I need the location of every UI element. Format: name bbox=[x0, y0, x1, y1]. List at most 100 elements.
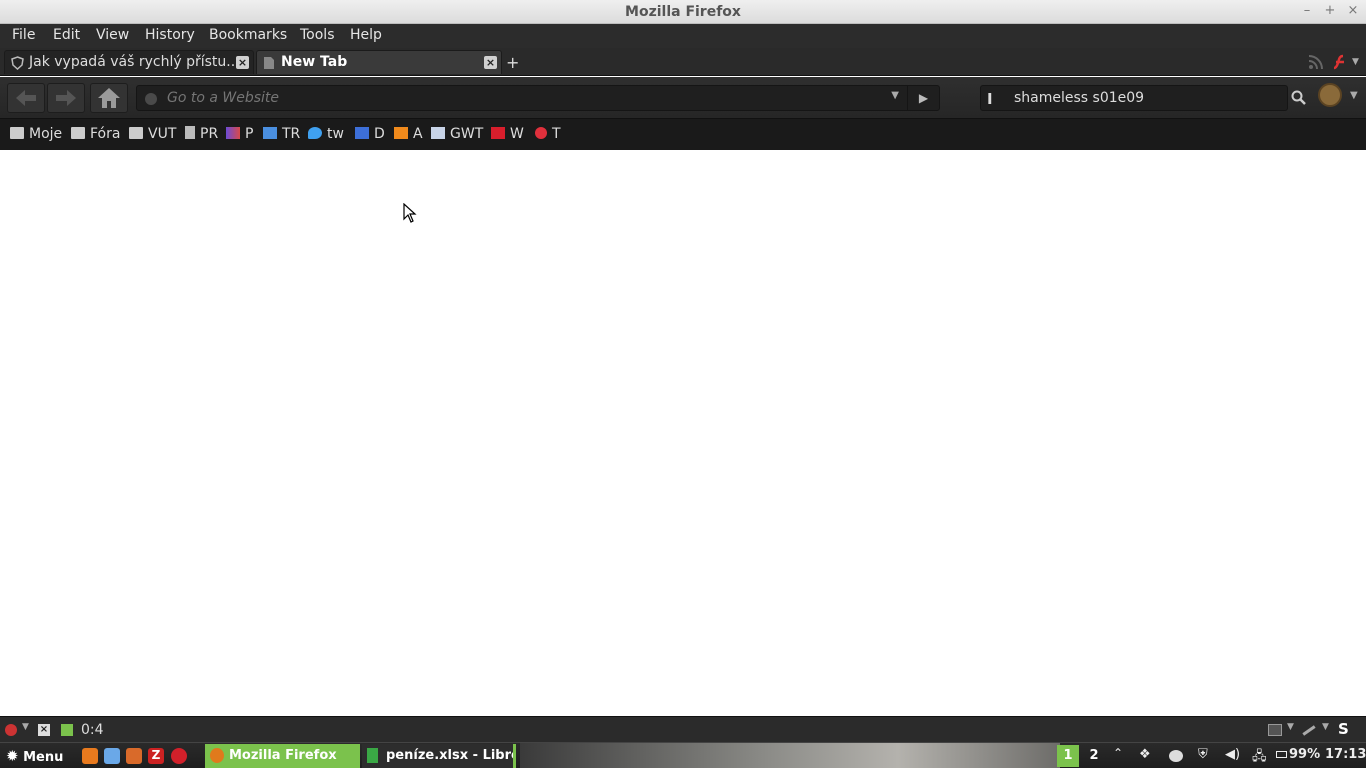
chat-icon[interactable] bbox=[1169, 750, 1183, 762]
chevron-down-icon[interactable]: ▼ bbox=[1287, 722, 1294, 732]
forward-button[interactable] bbox=[47, 83, 85, 113]
search-icon[interactable] bbox=[1291, 90, 1306, 109]
wallpaper-strip bbox=[520, 743, 1060, 768]
tab-label: Jak vypadá váš rychlý přístu... bbox=[29, 54, 240, 70]
close-window-button[interactable]: × bbox=[1344, 2, 1362, 20]
bookmark-label: TR bbox=[282, 126, 301, 142]
bookmark-tr[interactable]: TR bbox=[263, 126, 300, 142]
bookmark-label: P bbox=[245, 126, 254, 142]
battery-percent: 99% bbox=[1289, 747, 1321, 762]
close-icon[interactable]: × bbox=[38, 724, 50, 736]
tray-up-icon[interactable]: ⌃ bbox=[1113, 746, 1123, 760]
rss-icon[interactable] bbox=[1308, 54, 1324, 74]
bookmark-label: tw bbox=[327, 126, 344, 142]
folder-icon bbox=[129, 127, 143, 139]
url-bar[interactable]: ▼ ▶ bbox=[136, 85, 940, 111]
chevron-down-icon[interactable]: ▼ bbox=[1322, 722, 1329, 732]
search-bar[interactable]: I bbox=[980, 85, 1288, 111]
dropbox-icon[interactable]: ❖ bbox=[1139, 747, 1151, 762]
menu-history[interactable]: History bbox=[145, 27, 195, 43]
bookmark-d[interactable]: D bbox=[355, 126, 385, 142]
addon-status-bar: ▼ × 0:4 ▼ ▼ S bbox=[0, 716, 1366, 742]
tab-new-tab[interactable]: New Tab × bbox=[256, 50, 502, 74]
menu-view[interactable]: View bbox=[96, 27, 129, 43]
menu-file[interactable]: File bbox=[12, 27, 35, 43]
menu-tools[interactable]: Tools bbox=[300, 27, 335, 43]
firefox-launcher-icon[interactable] bbox=[82, 748, 98, 764]
volume-icon[interactable]: ◀) bbox=[1225, 747, 1240, 762]
spreadsheet-icon bbox=[367, 748, 378, 763]
bookmark-folder-moje[interactable]: Moje bbox=[10, 126, 62, 142]
task-libreoffice[interactable]: peníze.xlsx - LibreO... bbox=[362, 744, 516, 768]
bookmark-label: A bbox=[413, 126, 423, 142]
site-identity-icon[interactable] bbox=[145, 93, 157, 105]
battery-indicator[interactable]: 99% bbox=[1276, 747, 1320, 762]
twitter-icon bbox=[308, 127, 322, 139]
minimize-button[interactable]: – bbox=[1298, 2, 1316, 20]
menu-help[interactable]: Help bbox=[350, 27, 382, 43]
shield-icon bbox=[11, 56, 24, 71]
bookmark-tw[interactable]: tw bbox=[308, 126, 344, 142]
bookmark-w[interactable]: W bbox=[491, 126, 524, 142]
task-firefox[interactable]: Mozilla Firefox bbox=[205, 744, 360, 768]
timer-display: 0:4 bbox=[81, 722, 104, 738]
home-icon bbox=[98, 88, 120, 108]
start-menu-button[interactable]: ✹ Menu bbox=[6, 747, 63, 765]
task-label: Mozilla Firefox bbox=[229, 748, 337, 763]
adblock-icon[interactable] bbox=[5, 724, 17, 736]
record-launcher-icon[interactable] bbox=[171, 748, 187, 764]
pen-icon[interactable] bbox=[1302, 725, 1316, 736]
bookmark-label: VUT bbox=[148, 126, 177, 142]
home-button[interactable] bbox=[90, 83, 128, 113]
filezilla-launcher-icon[interactable]: Z bbox=[148, 748, 164, 764]
close-tab-icon[interactable]: × bbox=[236, 56, 249, 69]
search-input[interactable] bbox=[1014, 90, 1274, 106]
folder-icon bbox=[10, 127, 24, 139]
translate-icon bbox=[263, 127, 277, 139]
clock[interactable]: 17:13 bbox=[1325, 747, 1366, 762]
bookmark-folder-vut[interactable]: VUT bbox=[129, 126, 176, 142]
bookmark-t[interactable]: T bbox=[535, 126, 561, 142]
chevron-down-icon[interactable]: ▼ bbox=[1350, 90, 1358, 101]
bookmark-gwt[interactable]: GWT bbox=[431, 126, 483, 142]
app-launcher-icon[interactable] bbox=[126, 748, 142, 764]
toolbox-icon bbox=[431, 127, 445, 139]
bookmark-label: D bbox=[374, 126, 385, 142]
url-input[interactable] bbox=[167, 90, 907, 106]
chevron-down-icon[interactable]: ▼ bbox=[891, 90, 899, 101]
gear-icon: ✹ bbox=[6, 747, 19, 765]
new-tab-button[interactable]: + bbox=[506, 53, 519, 72]
chevron-down-icon[interactable]: ▼ bbox=[1352, 57, 1359, 67]
bookmark-a[interactable]: A bbox=[394, 126, 423, 142]
bookmark-folder-fora[interactable]: Fóra bbox=[71, 126, 120, 142]
page-content[interactable] bbox=[0, 150, 1366, 716]
back-button[interactable] bbox=[7, 83, 45, 113]
bookmark-p[interactable]: P bbox=[226, 126, 253, 142]
chevron-down-icon[interactable]: ▼ bbox=[22, 722, 29, 732]
folder-icon bbox=[71, 127, 85, 139]
firefox-icon bbox=[210, 748, 224, 763]
shield-tray-icon[interactable]: ⛨ bbox=[1198, 747, 1208, 762]
menu-edit[interactable]: Edit bbox=[53, 27, 80, 43]
desktop: Mozilla Firefox – + × File Edit View His… bbox=[0, 0, 1366, 768]
greasemonkey-icon[interactable] bbox=[1318, 83, 1342, 107]
workspace-1[interactable]: 1 bbox=[1057, 745, 1079, 767]
network-icon[interactable]: 🖧 bbox=[1252, 747, 1267, 768]
close-tab-icon[interactable]: × bbox=[484, 56, 497, 69]
menu-bookmarks[interactable]: Bookmarks bbox=[209, 27, 287, 43]
download-icon[interactable] bbox=[61, 724, 73, 736]
menu-label: Menu bbox=[23, 750, 64, 765]
workspace-2[interactable]: 2 bbox=[1083, 745, 1105, 767]
search-engine-icon[interactable]: I bbox=[987, 90, 993, 108]
virtualbox-launcher-icon[interactable] bbox=[104, 748, 120, 764]
bookmark-label: Moje bbox=[29, 126, 63, 142]
s-addon-icon[interactable]: S bbox=[1338, 720, 1349, 738]
go-button[interactable]: ▶ bbox=[907, 85, 939, 111]
tab-quick-access[interactable]: Jak vypadá váš rychlý přístu... × bbox=[4, 50, 254, 74]
screen-icon[interactable] bbox=[1268, 724, 1282, 736]
bookmark-pr[interactable]: PR bbox=[185, 126, 218, 142]
maximize-button[interactable]: + bbox=[1321, 2, 1339, 20]
flash-icon[interactable] bbox=[1333, 54, 1349, 74]
back-arrow-icon bbox=[16, 90, 36, 106]
bookmark-label: Fóra bbox=[90, 126, 121, 142]
